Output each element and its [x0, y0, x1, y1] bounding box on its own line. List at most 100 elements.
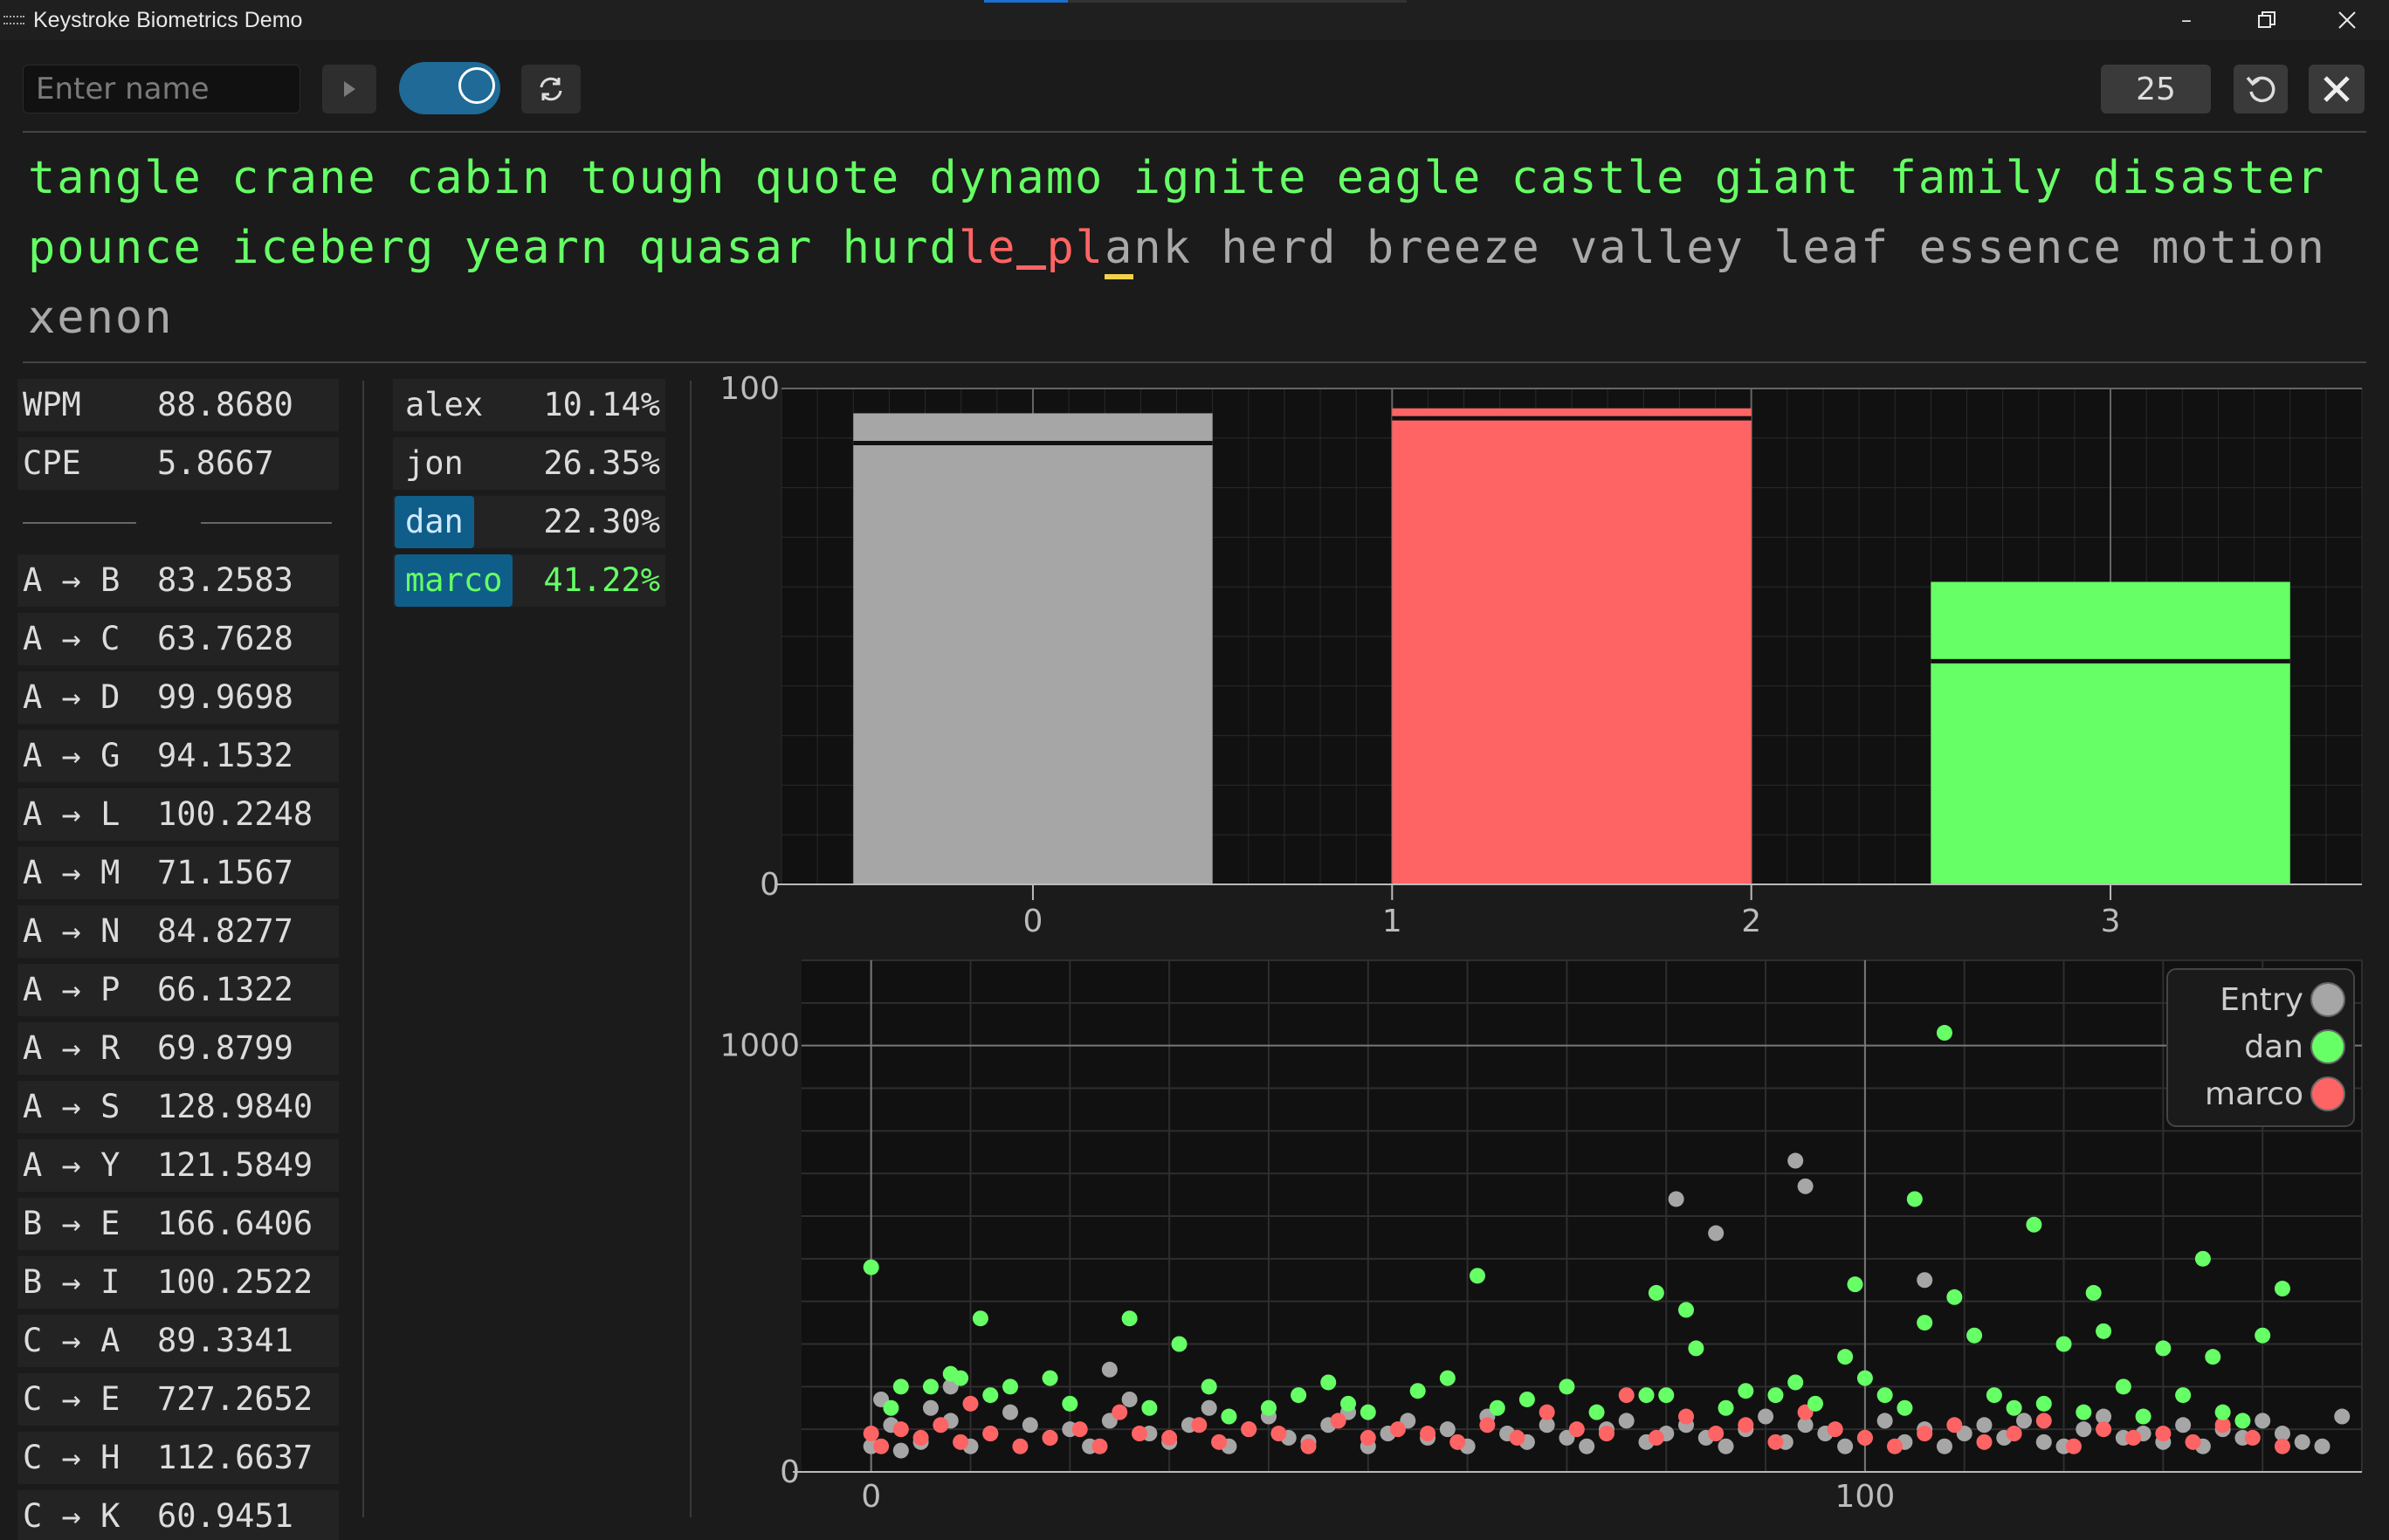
user-row[interactable]: alex 10.14% — [393, 379, 665, 431]
digraph-value: 69.8799 — [157, 1029, 293, 1067]
data-point — [1966, 1327, 1983, 1344]
data-point — [2175, 1417, 2192, 1433]
play-button[interactable] — [322, 65, 376, 113]
stat-value: 5.8667 — [157, 444, 274, 482]
title-bar: Keystroke Biometrics Demo – — [0, 0, 2389, 40]
legend-label: dan — [2244, 1029, 2303, 1065]
digraph-row: A → D 99.9698 — [17, 671, 339, 724]
data-point — [962, 1395, 979, 1412]
data-point — [1758, 1408, 1774, 1425]
stat-label: WPM — [23, 386, 81, 423]
data-point — [912, 1429, 929, 1446]
data-point — [1449, 1433, 1466, 1450]
digraph-row: A → R 69.8799 — [17, 1022, 339, 1075]
app-icon — [3, 16, 24, 24]
mode-toggle[interactable] — [399, 62, 500, 114]
data-point — [863, 1259, 879, 1275]
toolbar-divider — [23, 131, 2366, 133]
digraph-row: A → P 66.1322 — [17, 964, 339, 1016]
legend-swatch — [2310, 1076, 2345, 1111]
data-point — [1688, 1340, 1704, 1357]
data-point — [2065, 1438, 2082, 1454]
window-close-button[interactable] — [2307, 0, 2387, 40]
digraph-label: C → E — [23, 1380, 120, 1418]
restore-button[interactable] — [2227, 0, 2307, 40]
user-list[interactable]: alex 10.14% jon 26.35% dan 22.30% marco 41.22% — [393, 379, 665, 613]
data-point — [1071, 1421, 1088, 1438]
digraph-label: A → R — [23, 1029, 120, 1067]
data-point — [1439, 1370, 1456, 1386]
refresh-button[interactable] — [521, 65, 581, 113]
x-tick-label: 0 — [861, 1479, 881, 1515]
data-point — [1002, 1404, 1019, 1420]
digraph-value: 112.6637 — [157, 1439, 313, 1476]
data-point — [2115, 1378, 2131, 1395]
data-point — [1291, 1387, 1307, 1404]
digraph-row: C → A 89.3341 — [17, 1315, 339, 1367]
data-point — [1260, 1399, 1277, 1416]
data-point — [1161, 1429, 1178, 1446]
user-row[interactable]: marco 41.22% — [393, 554, 665, 607]
digraph-value: 83.2583 — [157, 561, 293, 599]
data-point — [933, 1417, 949, 1433]
word-count-field[interactable]: 25 — [2101, 65, 2211, 113]
data-point — [1559, 1378, 1575, 1395]
data-point — [1241, 1421, 1257, 1438]
digraph-label: A → D — [23, 678, 120, 716]
data-point — [1917, 1272, 1933, 1289]
data-point — [2006, 1426, 2022, 1442]
remaining-text: xenon — [28, 292, 174, 344]
reset-button[interactable] — [2234, 65, 2288, 113]
typing-text-area[interactable]: tangle crane cabin tough quote dynamo ig… — [28, 143, 2368, 353]
data-point — [1797, 1178, 1814, 1194]
data-point — [1439, 1421, 1456, 1438]
user-row[interactable]: jon 26.35% — [393, 437, 665, 490]
user-name: marco — [395, 554, 513, 607]
minimize-button[interactable]: – — [2146, 0, 2227, 40]
user-row[interactable]: dan 22.30% — [393, 496, 665, 548]
toolbar: 25 — [0, 40, 2389, 138]
data-point — [1976, 1433, 1993, 1450]
data-point — [922, 1378, 939, 1395]
data-point — [982, 1426, 999, 1442]
digraph-value: 121.5849 — [157, 1146, 313, 1184]
data-point — [2035, 1433, 2052, 1450]
data-point — [1738, 1383, 1754, 1399]
bar — [853, 413, 1213, 884]
digraph-value: 99.9698 — [157, 678, 293, 716]
minimize-icon: – — [2181, 8, 2192, 32]
data-point — [2085, 1284, 2102, 1301]
error-text: le — [958, 222, 1017, 274]
bar-chart: 0 1 2 3 0 100 — [719, 371, 2363, 939]
data-point — [1986, 1387, 2002, 1404]
legend-label: Entry — [2220, 982, 2303, 1018]
digraph-label: A → G — [23, 737, 120, 774]
data-point — [1946, 1289, 1963, 1305]
x-tick-label: 100 — [1835, 1479, 1896, 1515]
digraph-row: C → E 727.2652 — [17, 1373, 339, 1426]
digraph-row: A → M 71.1567 — [17, 847, 339, 899]
typing-line-1: tangle crane cabin tough quote dynamo ig… — [28, 143, 2368, 213]
data-point — [1856, 1370, 1873, 1386]
data-point — [1221, 1408, 1237, 1425]
digraph-list[interactable]: A → B 83.2583 A → C 63.7628 A → D 99.9698 A → … — [17, 554, 339, 1540]
data-point — [2016, 1413, 2033, 1429]
name-input[interactable] — [23, 65, 300, 113]
data-point — [1300, 1438, 1317, 1454]
data-point — [1002, 1378, 1019, 1395]
metrics-divider — [17, 496, 339, 548]
data-point — [1708, 1426, 1725, 1442]
user-match-percent: 22.30% — [543, 503, 660, 540]
legend: Entry dan marco — [2166, 968, 2355, 1127]
digraph-value: 66.1322 — [157, 971, 293, 1008]
data-point — [1856, 1429, 1873, 1446]
data-point — [982, 1387, 999, 1404]
data-point — [1718, 1438, 1734, 1454]
clear-button[interactable] — [2309, 65, 2365, 113]
x-tick-label: 0 — [1023, 904, 1043, 939]
data-point — [863, 1426, 879, 1442]
data-point — [2155, 1340, 2172, 1357]
data-point — [1022, 1417, 1038, 1433]
data-point — [1648, 1284, 1664, 1301]
data-point — [1211, 1433, 1228, 1450]
